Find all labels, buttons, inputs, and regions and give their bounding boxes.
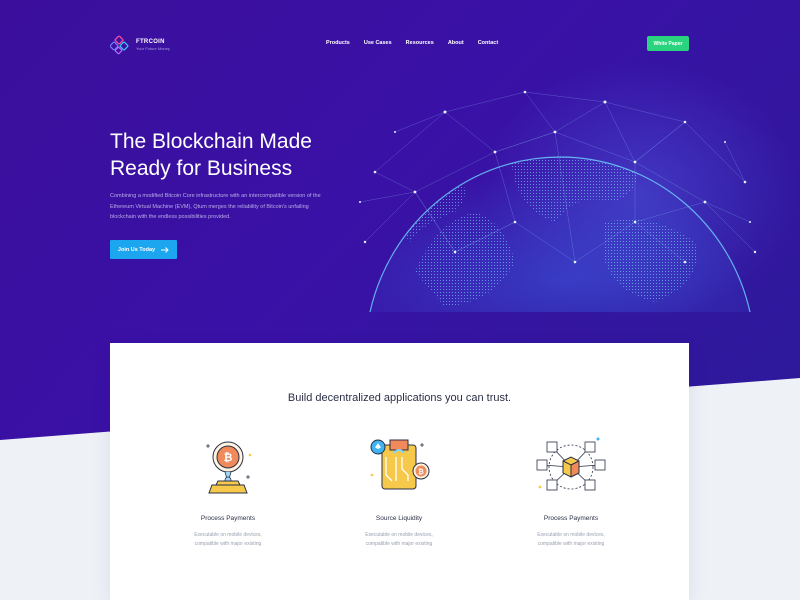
hero-title-line1: The Blockchain Made	[110, 130, 312, 153]
features-card: Build decentralized applications you can…	[110, 343, 689, 600]
arrow-right-icon	[161, 246, 169, 253]
hero-title-line2: Ready for Business	[110, 157, 293, 180]
top-navigation: FTRCOIN Your Future Money Products Use C…	[0, 0, 800, 90]
feature-item: ₿ Source Liquidity Executable on mobile …	[329, 435, 469, 549]
feature-description: Executable on mobile devices, compatible…	[537, 532, 605, 547]
nav-item-about[interactable]: About	[448, 40, 464, 46]
nav-item-resources[interactable]: Resources	[406, 40, 434, 46]
white-paper-button[interactable]: White Paper	[647, 36, 689, 51]
join-us-label: Join Us Today	[117, 246, 156, 253]
nav-item-products[interactable]: Products	[326, 40, 350, 46]
brand-tagline: Your Future Money	[136, 45, 170, 51]
feature-item: ₿ Process Payments Executable on mobile …	[158, 435, 298, 549]
brand-name: FTRCOIN	[136, 38, 165, 45]
join-us-button[interactable]: Join Us Today	[110, 240, 177, 259]
svg-text:₿: ₿	[418, 468, 424, 476]
wallet-crypto-icon: ₿	[370, 439, 430, 490]
nav-links: Products Use Cases Resources About Conta…	[326, 40, 512, 46]
blockchain-cubes-icon	[536, 437, 606, 491]
globe-network-illustration	[359, 90, 757, 312]
bitcoin-coin-icon: ₿	[206, 441, 252, 494]
feature-title: Source Liquidity	[375, 515, 423, 522]
nav-item-contact[interactable]: Contact	[478, 40, 498, 46]
features-heading: Build decentralized applications you can…	[287, 392, 512, 404]
feature-description: Executable on mobile devices, compatible…	[365, 532, 433, 547]
feature-title: Process Payments	[200, 515, 256, 522]
feature-title: Process Payments	[543, 515, 599, 522]
feature-item: Process Payments Executable on mobile de…	[501, 435, 641, 549]
feature-description: Executable on mobile devices, compatible…	[194, 532, 262, 547]
logo-mark-icon	[110, 35, 129, 55]
hero-title: The Blockchain Made Ready for Business	[110, 128, 370, 182]
hero-description: Combining a modified Bitcoin Core infras…	[110, 193, 321, 220]
brand-logo[interactable]: FTRCOIN Your Future Money	[110, 35, 170, 55]
svg-text:₿: ₿	[224, 452, 233, 464]
nav-item-use-cases[interactable]: Use Cases	[364, 40, 392, 46]
